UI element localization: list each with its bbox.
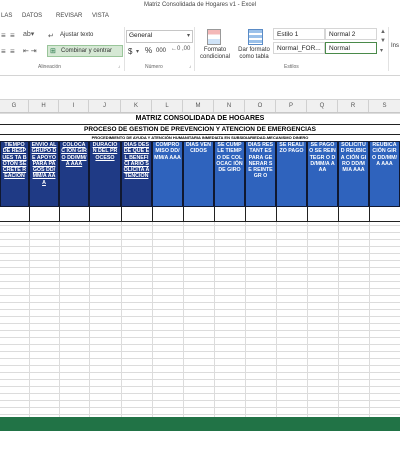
more-styles-icon[interactable]: ▾ xyxy=(380,47,383,54)
window-title: Matriz Consolidada de Hogares v1 - Excel xyxy=(0,0,400,11)
align-center-icon[interactable]: ≡ xyxy=(10,47,15,56)
col-header-o[interactable]: O xyxy=(245,100,276,112)
ribbon-divider xyxy=(124,27,125,71)
data-row[interactable] xyxy=(0,207,400,222)
cell-border xyxy=(214,207,215,221)
sheet-title[interactable]: MATRIZ CONSOLIDADA DE HOGARES xyxy=(0,114,400,125)
col-header-j[interactable]: J xyxy=(89,100,121,112)
col-header-k[interactable]: K xyxy=(121,100,152,112)
header-cell-tiempo-respuesta[interactable]: TIEMPO DE RESPUES TA BOTON SECRETE REACI… xyxy=(0,141,29,207)
header-cell-dias-desde-solicitud[interactable]: DÍAS DESDE QUE EL BENEFICI ARIO SOLICITA… xyxy=(121,141,152,207)
cell-border xyxy=(89,207,90,221)
col-header-p[interactable]: P xyxy=(276,100,307,112)
chevron-down-icon: ▾ xyxy=(186,33,190,39)
cell-border xyxy=(29,207,30,221)
scroll-up-icon[interactable]: ▲ xyxy=(380,29,386,35)
dialog-launcher-icon[interactable]: ⌟ xyxy=(118,63,120,69)
align-left-icon[interactable]: ≡ xyxy=(1,47,6,56)
chevron-down-icon[interactable]: ▾ xyxy=(136,48,139,55)
col-header-q[interactable]: Q xyxy=(307,100,338,112)
col-header-i[interactable]: I xyxy=(59,100,89,112)
ribbon-tabs: LAS DATOS REVISAR VISTA xyxy=(0,11,400,26)
header-cell-dias-vencidos[interactable]: DIAS VENCIDOS xyxy=(183,141,214,207)
orientation-icon[interactable]: ab▾ xyxy=(23,30,34,38)
increase-decimal-icon[interactable]: ←0 ,00 xyxy=(171,46,190,52)
header-cell-envio-grupo-apoyo[interactable]: ENVIO AL GRUPO DE APOYO PARA PAGOS DD/MM… xyxy=(29,141,59,207)
number-format-select[interactable]: General ▾ xyxy=(126,30,193,43)
thousands-button[interactable]: 000 xyxy=(156,48,166,54)
header-cell-pago-reintegro[interactable]: SE PAGO O SE REINTEGR O DD/MM/A AAA xyxy=(307,141,338,207)
indent-icon[interactable]: ⇤ ⇥ xyxy=(23,47,37,55)
cell-border xyxy=(121,207,122,221)
styles-group-label: Estilos xyxy=(284,64,299,70)
conditional-format-button[interactable]: Formato condicional xyxy=(196,47,234,61)
col-header-h[interactable]: H xyxy=(29,100,59,112)
merge-center-label: Combinar y centrar xyxy=(61,48,113,54)
col-header-m[interactable]: M xyxy=(183,100,214,112)
conditional-format-icon[interactable] xyxy=(201,27,225,47)
merge-icon: ⊞ xyxy=(50,48,56,55)
column-headers: G H I J K L M N O P Q R S xyxy=(0,100,400,113)
tab-revisar[interactable]: REVISAR xyxy=(56,13,82,19)
header-cell-colocacion-giro[interactable]: COLOCAC IÓN GIRO DD/MM/A AAA xyxy=(59,141,89,207)
cell-border xyxy=(245,207,246,221)
ribbon-divider xyxy=(388,27,389,71)
header-cell-se-realizo-pago[interactable]: SE REALIZO PAGO xyxy=(276,141,307,207)
cell-border xyxy=(276,207,277,221)
cell-border xyxy=(59,207,60,221)
currency-button[interactable]: $ xyxy=(128,47,132,56)
align-icon[interactable]: ≡ xyxy=(1,31,6,40)
header-cell-se-cumple-tiempo[interactable]: SE CUMPLE TIEMPO DE COLOCAC IÓN DE GIRO xyxy=(214,141,245,207)
tab-partial[interactable]: LAS xyxy=(1,13,12,19)
style-normal[interactable]: Normal xyxy=(325,42,377,54)
alignment-group-label: Alineación xyxy=(38,64,62,70)
col-header-r[interactable]: R xyxy=(338,100,369,112)
cell-border xyxy=(369,207,370,221)
style-normal-for[interactable]: Normal_FOR... xyxy=(273,42,325,54)
col-header-s[interactable]: S xyxy=(369,100,400,112)
header-cell-compromiso[interactable]: COMPRO MISO DD/MM/A AAA xyxy=(152,141,183,207)
tab-datos[interactable]: DATOS xyxy=(22,13,42,19)
insert-button[interactable]: Ins xyxy=(391,43,399,49)
wrap-text-icon[interactable]: ↵ xyxy=(48,32,54,40)
ribbon-divider xyxy=(194,27,195,71)
cell-border xyxy=(183,207,184,221)
cell-border xyxy=(338,207,339,221)
cell-border xyxy=(152,207,153,221)
header-cell-reubicacion-giro[interactable]: REUBICA CIÓN GIRO DD/MM/A AAA xyxy=(369,141,400,207)
header-cell-dias-restantes[interactable]: DÍAS RESTANT ES PARA GENERAR SE REINTEGR… xyxy=(245,141,276,207)
number-format-value: General xyxy=(129,32,153,39)
merge-center-button[interactable]: ⊞ Combinar y centrar xyxy=(47,45,123,57)
formula-area xyxy=(0,76,400,100)
col-header-g[interactable]: G xyxy=(0,100,29,112)
wrap-text-button[interactable]: Ajustar texto xyxy=(60,32,93,38)
tab-vista[interactable]: VISTA xyxy=(92,13,109,19)
col-header-n[interactable]: N xyxy=(214,100,245,112)
dialog-launcher-icon[interactable]: ⌟ xyxy=(189,63,191,69)
style-normal-2[interactable]: Normal 2 xyxy=(325,28,377,40)
style-estilo-1[interactable]: Estilo 1 xyxy=(273,28,325,40)
scroll-down-icon[interactable]: ▼ xyxy=(380,38,386,44)
header-cell-solicitud-reubicacion[interactable]: SOLICITU D REUBICA CIÓN GIRO DD/MM/A AAA xyxy=(338,141,369,207)
cell-border xyxy=(307,207,308,221)
percent-button[interactable]: % xyxy=(145,46,152,55)
number-group-label: Número xyxy=(145,64,163,70)
sheet-subtitle[interactable]: PROCESO DE GESTION DE PREVENCION Y ATENC… xyxy=(0,125,400,135)
ribbon: ≡ ≡ ab▾ ↵ Ajustar texto ≡ ≡ ⇤ ⇥ ⊞ Combin… xyxy=(0,25,400,76)
col-header-l[interactable]: L xyxy=(152,100,183,112)
format-table-icon[interactable] xyxy=(244,27,264,47)
format-table-button[interactable]: Dar formato como tabla xyxy=(234,47,274,61)
align-justify-icon[interactable]: ≡ xyxy=(10,31,15,40)
header-cell-duracion-proceso[interactable]: DURACIÓ N DEL PROCESO xyxy=(89,141,121,207)
status-bar xyxy=(0,417,400,431)
bottom-area xyxy=(0,431,400,450)
